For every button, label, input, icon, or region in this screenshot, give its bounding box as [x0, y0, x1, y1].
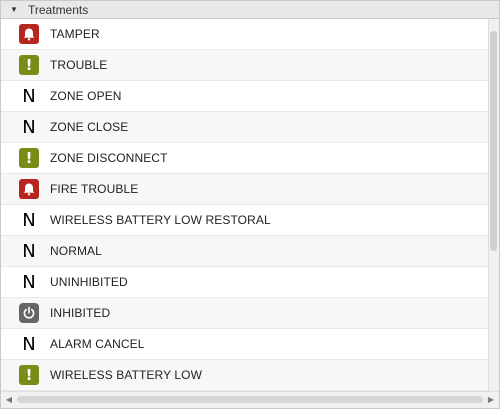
list-item[interactable]: N ALARM CANCEL — [1, 329, 490, 360]
list-item-label: ZONE OPEN — [50, 89, 122, 103]
alarm-bell-icon — [19, 24, 39, 44]
normal-n-icon: N — [22, 271, 36, 293]
list-item-label: WIRELESS BATTERY LOW — [50, 368, 203, 382]
section-title: Treatments — [28, 2, 89, 17]
list-item-label: NORMAL — [50, 244, 102, 258]
treatments-list: TAMPER ! TROUBLE N ZONE OPEN N ZONE CLOS… — [1, 19, 490, 393]
list-item-label: ZONE CLOSE — [50, 120, 129, 134]
normal-n-icon: N — [22, 333, 36, 355]
horizontal-scrollbar[interactable]: ◀ ▶ — [1, 391, 499, 408]
list-item-label: TROUBLE — [50, 58, 108, 72]
normal-n-icon: N — [22, 116, 36, 138]
list-item-label: ALARM CANCEL — [50, 337, 145, 351]
list-item-label: TAMPER — [50, 27, 100, 41]
list-item-label: ZONE DISCONNECT — [50, 151, 168, 165]
normal-n-icon: N — [22, 209, 36, 231]
trouble-exclamation-icon: ! — [19, 365, 39, 385]
treatments-panel: ▼ Treatments TAMPER ! TROUBLE N ZONE OPE… — [0, 0, 500, 409]
vertical-scrollbar-thumb[interactable] — [490, 31, 497, 251]
list-item[interactable]: TAMPER — [1, 19, 490, 50]
trouble-exclamation-icon: ! — [19, 55, 39, 75]
normal-n-icon: N — [22, 240, 36, 262]
list-item-label: WIRELESS BATTERY LOW RESTORAL — [50, 213, 271, 227]
horizontal-scrollbar-thumb[interactable] — [17, 396, 483, 403]
trouble-exclamation-icon: ! — [19, 148, 39, 168]
list-item[interactable]: FIRE TROUBLE — [1, 174, 490, 205]
section-header[interactable]: ▼ Treatments — [1, 1, 499, 19]
normal-n-icon: N — [22, 85, 36, 107]
power-icon — [19, 303, 39, 323]
list-item[interactable]: N WIRELESS BATTERY LOW RESTORAL — [1, 205, 490, 236]
list-item[interactable]: ! ZONE DISCONNECT — [1, 143, 490, 174]
list-item[interactable]: N UNINHIBITED — [1, 267, 490, 298]
alarm-bell-icon — [19, 179, 39, 199]
scroll-left-arrow-icon[interactable]: ◀ — [4, 394, 14, 405]
collapse-arrow-icon[interactable]: ▼ — [10, 5, 20, 14]
list-item[interactable]: N ZONE OPEN — [1, 81, 490, 112]
list-item[interactable]: ! TROUBLE — [1, 50, 490, 81]
list-item-label: UNINHIBITED — [50, 275, 128, 289]
list-item[interactable]: N ZONE CLOSE — [1, 112, 490, 143]
list-item[interactable]: ! WIRELESS BATTERY LOW — [1, 360, 490, 391]
list-item[interactable]: INHIBITED — [1, 298, 490, 329]
list-item-label: FIRE TROUBLE — [50, 182, 139, 196]
scroll-right-arrow-icon[interactable]: ▶ — [486, 394, 496, 405]
list-item[interactable]: N NORMAL — [1, 236, 490, 267]
list-item-label: INHIBITED — [50, 306, 111, 320]
vertical-scrollbar[interactable] — [488, 19, 499, 393]
